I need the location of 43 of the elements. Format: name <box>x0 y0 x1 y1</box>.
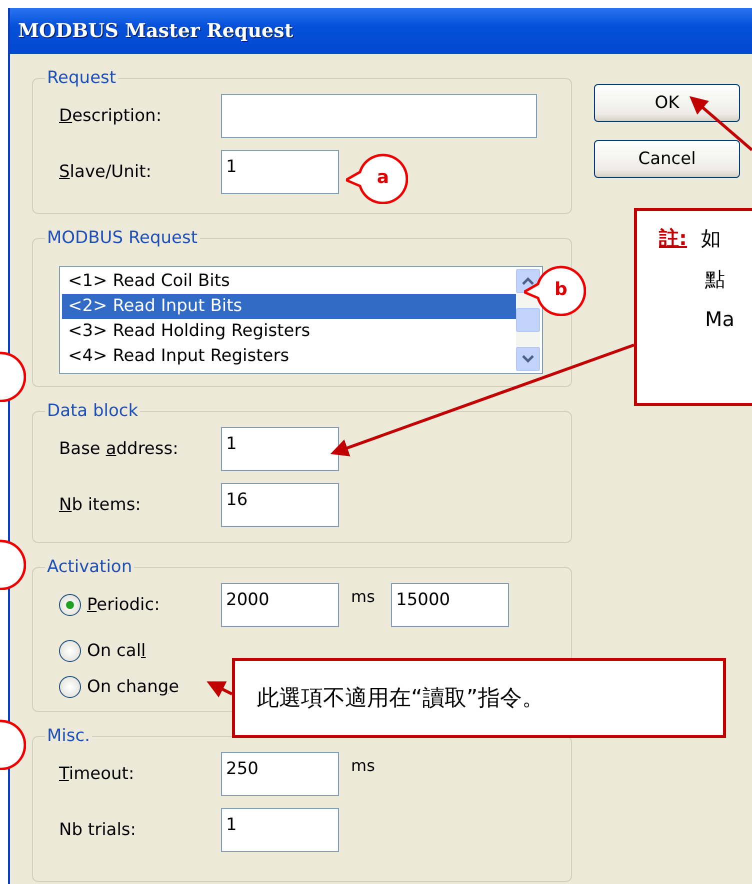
text-field[interactable]: 16 <box>221 483 339 527</box>
text-field[interactable]: 1 <box>221 427 339 471</box>
scrollbar[interactable] <box>516 269 540 371</box>
text-field[interactable]: 2000 <box>221 583 339 627</box>
field-label: Timeout: <box>59 764 136 784</box>
chevron-down-icon <box>522 355 534 363</box>
text-field[interactable]: 1 <box>221 808 339 852</box>
radio-button[interactable] <box>59 640 81 662</box>
field-label: Periodic: <box>87 595 161 615</box>
field-label: Slave/Unit: <box>59 162 153 182</box>
note-text: 點 <box>705 266 725 293</box>
text-field[interactable]: 250 <box>221 752 339 796</box>
note-heading: 註: <box>659 225 687 252</box>
group-title: Request <box>46 68 118 88</box>
group-title: Misc. <box>46 726 91 746</box>
field-label: On call <box>87 641 146 661</box>
group-title: MODBUS Request <box>46 228 198 248</box>
text-field[interactable]: 15000 <box>391 583 509 627</box>
radio-button[interactable] <box>59 676 81 698</box>
group-title: Activation <box>46 557 134 577</box>
scroll-thumb[interactable] <box>516 308 540 332</box>
field-label: Description: <box>59 106 163 126</box>
window-title: MODBUS Master Request <box>18 20 294 42</box>
hint-box: 此選項不適用在“讀取”指令。 <box>232 658 726 738</box>
radio-button[interactable] <box>59 594 81 616</box>
text-field[interactable] <box>221 94 537 138</box>
text-field[interactable]: 1 <box>221 150 339 194</box>
field-label: Nb trials: <box>59 820 138 840</box>
list-item[interactable]: <2> Read Input Bits <box>62 294 516 319</box>
chevron-up-icon <box>522 277 534 285</box>
group-title: Data block <box>46 401 140 421</box>
pointer-arrow <box>206 681 233 698</box>
request-list[interactable]: <1> Read Coil Bits <2> Read Input Bits <3> Read Holding Registers <4> Read Input Registers <box>59 266 543 374</box>
unit-label: ms <box>351 586 376 606</box>
unit-label: ms <box>351 755 375 775</box>
field-label: Base address: <box>59 439 180 459</box>
note-text: 如 <box>701 225 721 252</box>
field-label: On change <box>87 677 180 697</box>
ok-button[interactable]: OK <box>594 84 740 122</box>
pointer-arrow <box>689 96 752 152</box>
cancel-button[interactable]: Cancel <box>594 140 740 178</box>
field-label: Nb items: <box>59 495 142 515</box>
note-text: Ma <box>705 307 735 331</box>
